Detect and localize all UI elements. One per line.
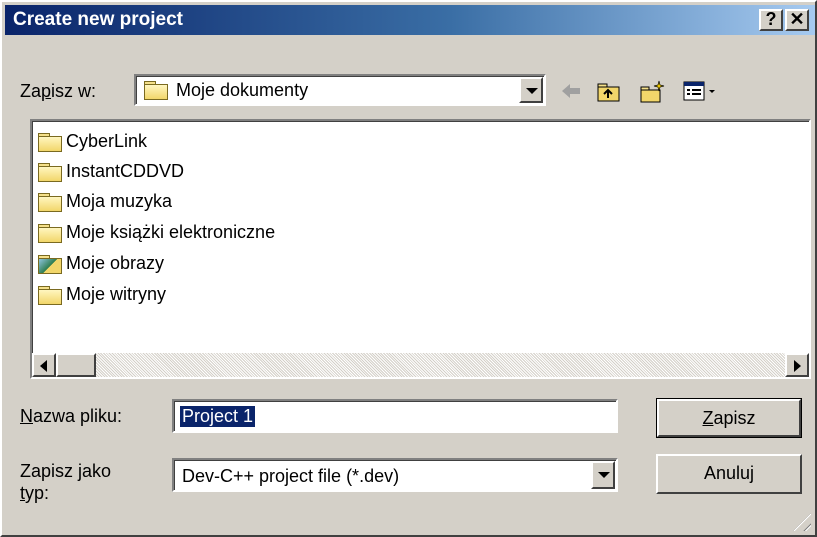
list-item[interactable]: Moje obrazy xyxy=(38,249,164,277)
horizontal-scrollbar[interactable] xyxy=(32,353,809,377)
up-folder-icon xyxy=(597,83,620,102)
help-icon: ? xyxy=(765,9,777,29)
close-button[interactable]: ✕ xyxy=(785,9,809,31)
filename-field[interactable]: Project 1 xyxy=(172,399,618,433)
view-menu-icon xyxy=(683,81,715,101)
list-item[interactable]: Moje książki elektroniczne xyxy=(38,218,275,246)
title-bar[interactable]: Create new project ? ✕ xyxy=(5,5,815,35)
filename-value: Project 1 xyxy=(180,406,256,427)
cancel-button[interactable]: Anuluj xyxy=(656,454,802,494)
filetype-dropdown[interactable]: Dev-C++ project file (*.dev) xyxy=(172,458,618,492)
view-menu-button[interactable] xyxy=(682,79,722,103)
folder-icon xyxy=(38,286,62,306)
save-dialog: Create new project ? ✕ Zapisz w: Moje do… xyxy=(0,0,817,537)
window-title: Create new project xyxy=(13,9,183,30)
list-item[interactable]: Moja muzyka xyxy=(38,187,172,215)
folder-icon xyxy=(38,163,62,183)
help-button[interactable]: ? xyxy=(759,9,783,31)
chevron-down-icon[interactable] xyxy=(591,461,615,489)
filename-label: Nazwa pliku: xyxy=(20,406,123,426)
save-button[interactable]: Zapisz xyxy=(656,398,802,438)
scroll-right-button[interactable] xyxy=(785,353,809,377)
list-item[interactable]: CyberLink xyxy=(38,127,147,155)
scroll-left-button[interactable] xyxy=(32,353,56,377)
picture-folder-icon xyxy=(38,255,62,275)
folder-icon xyxy=(38,224,62,244)
list-item[interactable]: InstantCDDVD xyxy=(38,157,184,185)
new-folder-icon xyxy=(640,80,665,103)
chevron-down-icon[interactable] xyxy=(519,77,543,103)
file-list[interactable]: CyberLink InstantCDDVD Moja muzyka Moje … xyxy=(30,119,811,379)
resize-grip[interactable] xyxy=(793,513,811,531)
back-arrow-icon xyxy=(562,84,580,98)
back-button[interactable] xyxy=(558,79,584,103)
close-icon: ✕ xyxy=(789,9,805,29)
folder-icon xyxy=(38,133,62,153)
filetype-label: Zapisz jako typ: xyxy=(20,461,112,503)
folder-icon xyxy=(38,193,62,213)
up-one-level-button[interactable] xyxy=(596,79,622,103)
folder-icon xyxy=(144,81,168,100)
new-folder-button[interactable] xyxy=(640,79,666,103)
save-in-label: Zapisz w: xyxy=(20,81,97,101)
scroll-thumb[interactable] xyxy=(56,353,96,377)
save-in-value: Moje dokumenty xyxy=(176,80,309,100)
save-in-dropdown[interactable]: Moje dokumenty xyxy=(134,74,546,106)
filetype-value: Dev-C++ project file (*.dev) xyxy=(182,466,400,486)
list-item[interactable]: Moje witryny xyxy=(38,280,166,308)
